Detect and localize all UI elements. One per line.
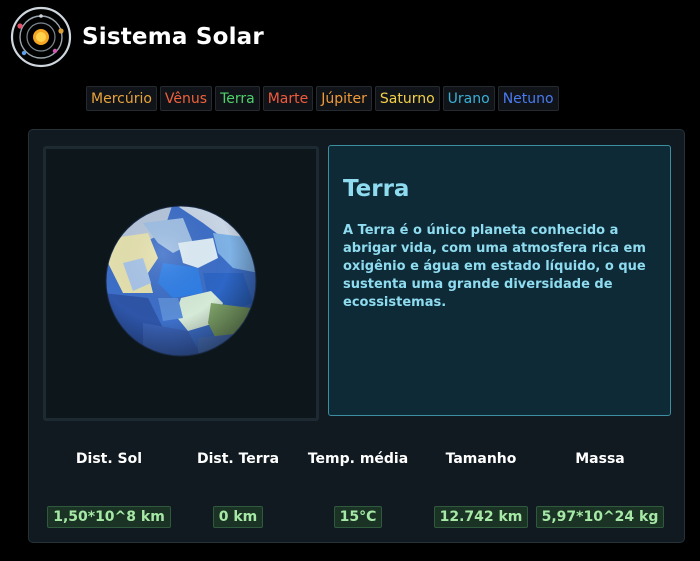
planet-image-frame (43, 146, 319, 421)
nav-item-terra[interactable]: Terra (215, 86, 260, 111)
stat-value: 1,50*10^8 km (47, 506, 171, 528)
planet-name: Terra (343, 176, 410, 202)
planet-description: A Terra é o único planeta conhecido a ab… (343, 223, 646, 310)
stat-value: 0 km (212, 506, 264, 528)
stat-label: Temp. média (307, 451, 409, 467)
planet-panel: Terra A Terra é o único planeta conhecid… (28, 129, 685, 543)
stat-value: 12.742 km (433, 506, 529, 528)
app-title: Sistema Solar (82, 24, 264, 50)
stat-value: 15°C (333, 506, 383, 528)
nav-item-jupiter[interactable]: Júpiter (316, 86, 372, 111)
nav-item-venus[interactable]: Vênus (159, 86, 213, 111)
planet-nav: Mercúrio Vênus Terra Marte Júpiter Saturno Ura… (86, 86, 559, 111)
stat-label: Massa (575, 451, 625, 467)
solar-system-icon (10, 6, 72, 68)
stat-value: 5,97*10^24 kg (535, 506, 665, 528)
nav-item-saturno[interactable]: Saturno (374, 86, 440, 111)
nav-item-marte[interactable]: Marte (262, 86, 314, 111)
stat-label: Dist. Terra (196, 451, 280, 467)
earth-planet-icon (105, 205, 257, 357)
nav-item-netuno[interactable]: Netuno (497, 86, 559, 111)
stat-0: Dist. Sol 1,50*10^8 km (39, 451, 179, 528)
stat-1: Dist. Terra 0 km (168, 451, 308, 528)
stat-label: Dist. Sol (75, 451, 143, 467)
app-header: Sistema Solar (10, 6, 264, 68)
stat-4: Massa 5,97*10^24 kg (530, 451, 670, 528)
stat-2: Temp. média 15°C (288, 451, 428, 528)
nav-item-mercurio[interactable]: Mercúrio (86, 86, 157, 111)
nav-item-urano[interactable]: Urano (442, 86, 495, 111)
planet-info-card: Terra A Terra é o único planeta conhecid… (328, 145, 671, 416)
